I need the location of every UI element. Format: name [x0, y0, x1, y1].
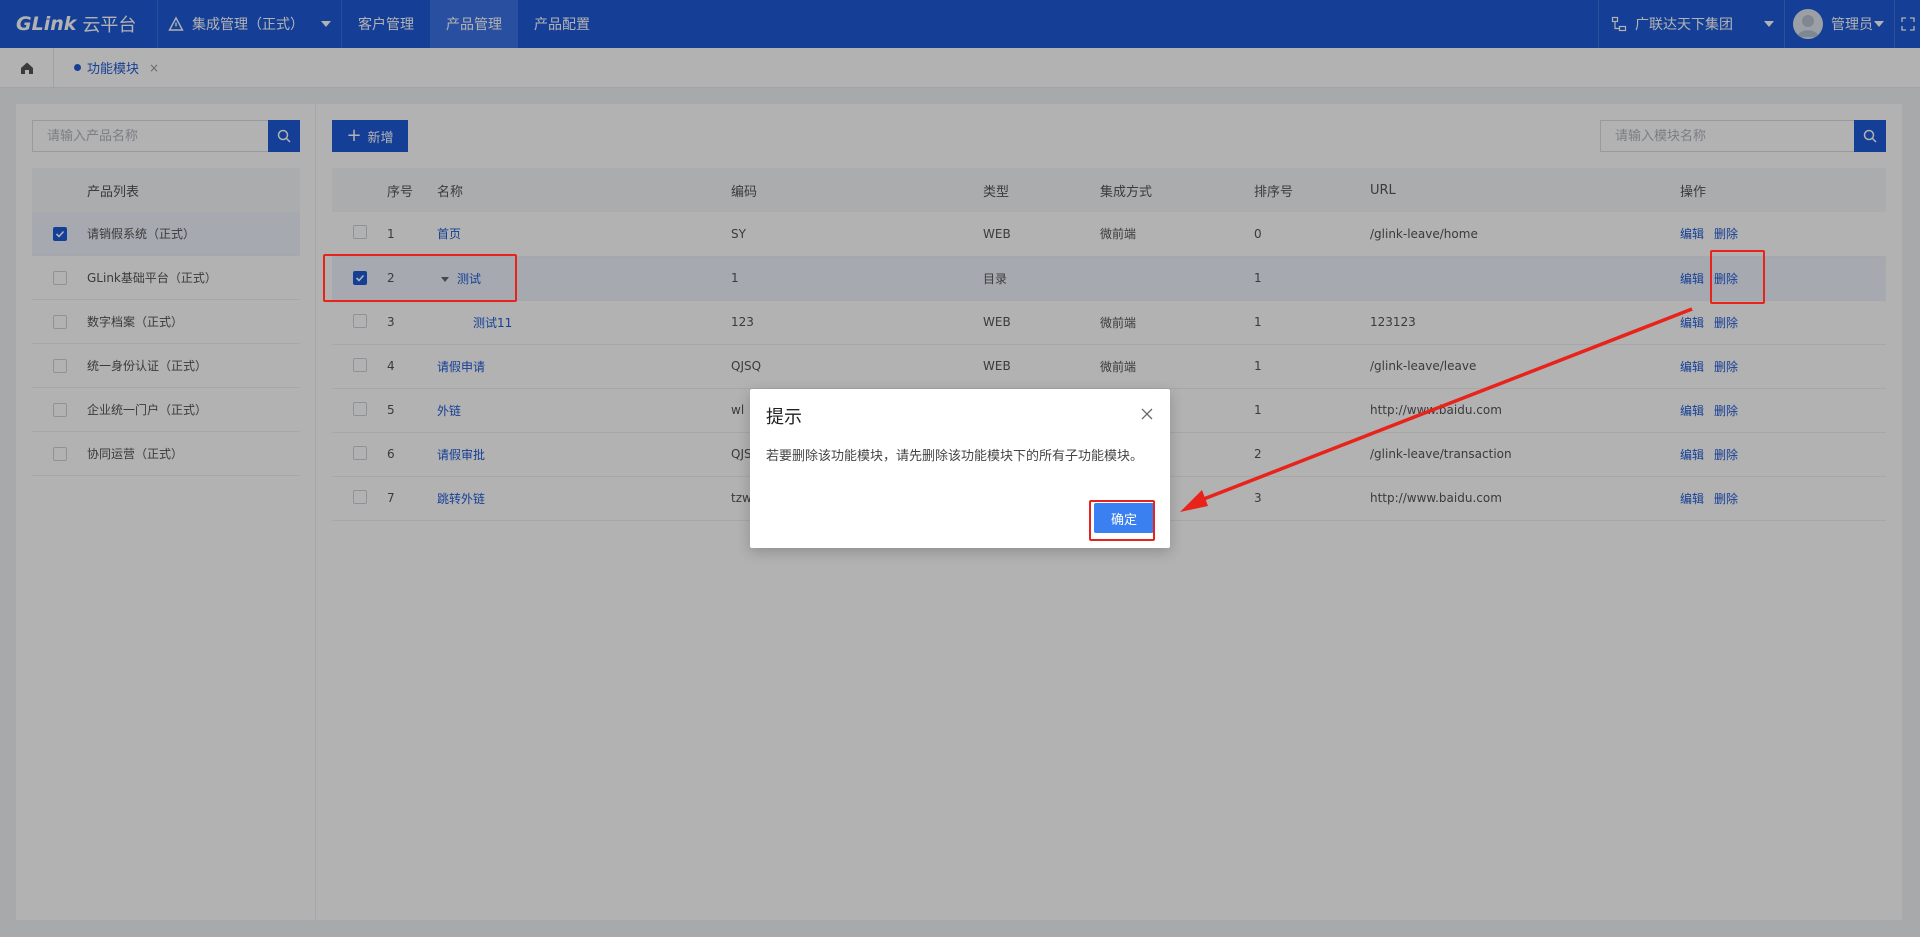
annotation-arrow	[1180, 307, 1693, 512]
